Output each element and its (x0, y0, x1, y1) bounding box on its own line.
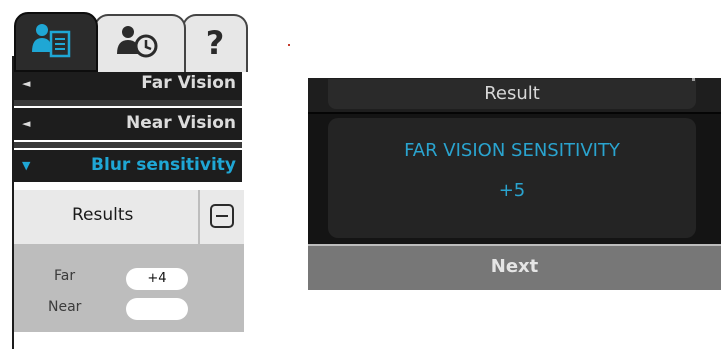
divider (14, 100, 242, 106)
minus-icon (216, 215, 228, 217)
results-header: Results (14, 190, 244, 244)
tab-patient-history[interactable] (94, 14, 186, 72)
collapsed-arrow-icon: ◄ (22, 117, 31, 130)
section-label: Near Vision (126, 113, 236, 133)
stray-mark (288, 44, 290, 46)
expanded-arrow-icon: ▼ (22, 159, 31, 172)
dialog-body: FAR VISION SENSITIVITY +5 (328, 118, 696, 238)
dialog-title: Result (484, 83, 540, 104)
dialog-corner-mark (692, 78, 695, 81)
collapsed-arrow-icon: ◄ (22, 77, 31, 90)
results-body: Far +4 Near (14, 244, 244, 332)
far-result-field: +4 (126, 268, 188, 290)
results-title: Results (72, 205, 134, 225)
help-icon: ? (205, 24, 225, 62)
tab-bar: ? (12, 0, 248, 72)
section-label: Blur sensitivity (91, 155, 236, 175)
next-button[interactable]: Next (308, 244, 721, 290)
near-label: Near (48, 299, 82, 315)
section-label: Far Vision (141, 73, 236, 93)
next-button-label: Next (490, 256, 539, 277)
dialog-header: Result (308, 78, 721, 114)
result-value: +5 (498, 180, 526, 201)
tab-patient-record[interactable] (14, 12, 98, 72)
dialog-title-box: Result (328, 79, 696, 109)
section-far-vision[interactable]: ◄ Far Vision (14, 68, 242, 100)
collapse-button[interactable] (210, 204, 234, 228)
section-near-vision[interactable]: ◄ Near Vision (14, 108, 242, 140)
section-blur-sensitivity[interactable]: ▼ Blur sensitivity (14, 150, 242, 182)
divider (14, 142, 242, 148)
near-result-field (126, 298, 188, 320)
result-message: FAR VISION SENSITIVITY (404, 140, 620, 161)
patient-record-icon (16, 22, 96, 66)
patient-history-icon (96, 24, 184, 68)
far-label: Far (54, 268, 76, 284)
left-panel: ? ◄ Far Vision ◄ Near Vision ▼ Blur sens… (12, 0, 248, 349)
divider (198, 190, 200, 244)
result-dialog: Result FAR VISION SENSITIVITY +5 Next (308, 78, 721, 290)
tab-help[interactable]: ? (182, 14, 248, 72)
